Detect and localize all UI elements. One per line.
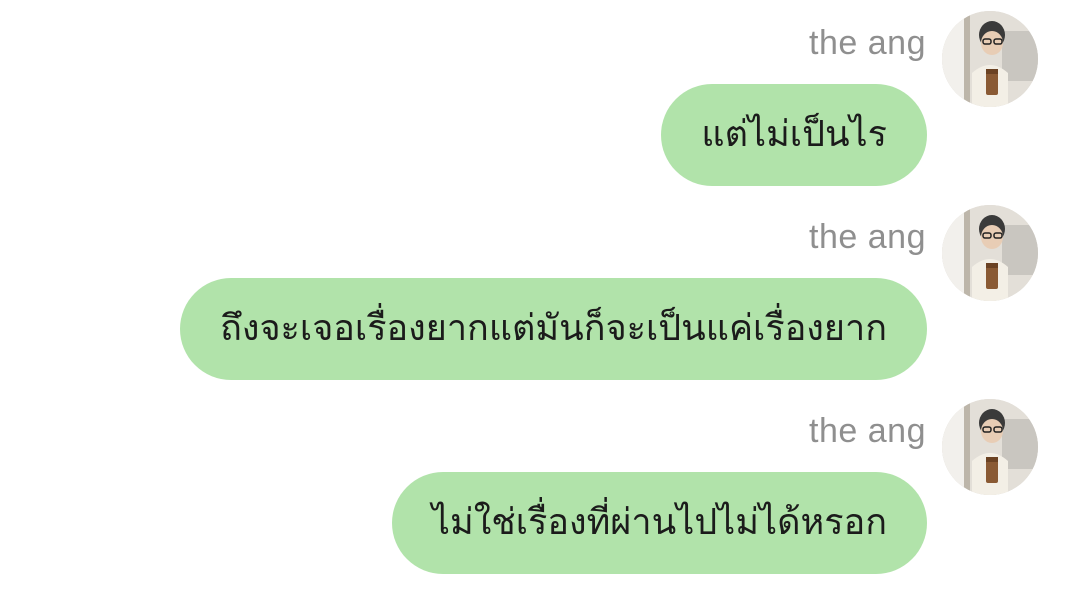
sender-name: the ang xyxy=(809,412,926,450)
avatar-photo-icon xyxy=(942,399,1038,495)
sender-name: the ang xyxy=(809,24,926,62)
message-text: ไม่ใช่เรื่องที่ผ่านไปไม่ได้หรอก xyxy=(431,502,887,543)
avatar-photo-icon xyxy=(942,205,1038,301)
avatar[interactable] xyxy=(942,205,1038,301)
avatar-photo-icon xyxy=(942,11,1038,107)
message-bubble[interactable]: ถึงจะเจอเรื่องยากแต่มันก็จะเป็นแค่เรื่อง… xyxy=(180,278,927,380)
message-text: แต่ไม่เป็นไร xyxy=(701,114,887,155)
message-bubble[interactable]: ไม่ใช่เรื่องที่ผ่านไปไม่ได้หรอก xyxy=(391,472,927,574)
sender-name: the ang xyxy=(809,218,926,256)
avatar[interactable] xyxy=(942,399,1038,495)
message-bubble[interactable]: แต่ไม่เป็นไร xyxy=(661,84,927,186)
avatar[interactable] xyxy=(942,11,1038,107)
message-text: ถึงจะเจอเรื่องยากแต่มันก็จะเป็นแค่เรื่อง… xyxy=(220,308,887,349)
